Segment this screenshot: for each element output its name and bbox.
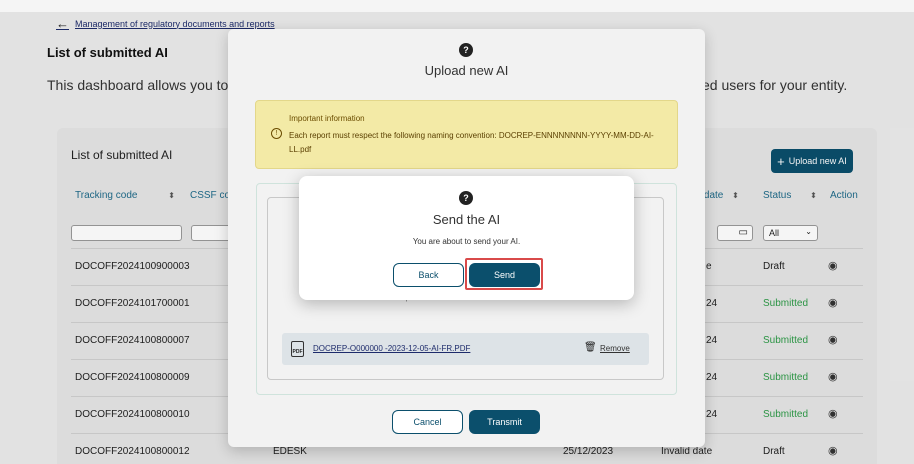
transmit-button[interactable]: Transmit bbox=[469, 410, 540, 434]
pdf-file-icon: PDF bbox=[291, 341, 304, 357]
important-information-box: Important information ! Each report must… bbox=[255, 100, 678, 169]
question-mark-icon: ? bbox=[459, 191, 473, 205]
info-title: Important information bbox=[289, 114, 365, 123]
back-button[interactable]: Back bbox=[393, 263, 464, 287]
cancel-button[interactable]: Cancel bbox=[392, 410, 463, 434]
upload-modal-title: Upload new AI bbox=[424, 63, 509, 78]
trash-icon[interactable]: 🗑 bbox=[584, 342, 597, 353]
file-name-link[interactable]: DOCREP-O000000 -2023-12-05-AI-FR.PDF bbox=[313, 344, 470, 353]
send-button-highlight bbox=[465, 258, 543, 290]
confirm-title: Send the AI bbox=[432, 212, 501, 227]
info-text: Each report must respect the following n… bbox=[289, 131, 654, 154]
info-circle-icon: ! bbox=[271, 128, 282, 139]
remove-file-link[interactable]: Remove bbox=[600, 344, 630, 353]
uploaded-file-row: PDF DOCREP-O000000 -2023-12-05-AI-FR.PDF… bbox=[282, 333, 649, 365]
confirm-message: You are about to send your AI. bbox=[412, 237, 521, 246]
question-mark-icon: ? bbox=[459, 43, 473, 57]
